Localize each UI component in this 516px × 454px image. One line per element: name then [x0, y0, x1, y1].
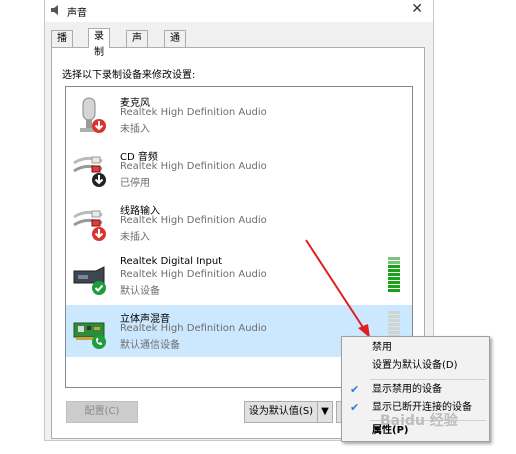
device-status: 默认通信设备 [120, 340, 180, 351]
set-default-dropdown[interactable]: ▼ [317, 401, 333, 423]
menu-item-disable[interactable]: 禁用 [342, 339, 489, 357]
instruction-text: 选择以下录制设备来修改设置: [62, 70, 196, 81]
device-status: 已停用 [120, 178, 150, 189]
menu-item-label: 设置为默认设备(D) [372, 360, 458, 371]
sound-card-icon [73, 322, 106, 349]
title-bar[interactable]: 声音 ✕ [45, 0, 433, 22]
menu-item-set-default[interactable]: 设置为默认设备(D) [342, 357, 489, 375]
device-item-microphone[interactable]: 麦克风 Realtek High Definition Audio 未插入 [66, 89, 412, 141]
audio-cable-icon [73, 156, 106, 187]
device-name: Realtek Digital Input [120, 256, 223, 267]
menu-separator [370, 379, 486, 380]
speaker-icon [51, 5, 58, 15]
annotation-arrow [305, 239, 370, 338]
device-driver: Realtek High Definition Audio [120, 161, 267, 172]
configure-button[interactable]: 配置(C) [66, 401, 138, 423]
tab-playback[interactable]: 播放 [51, 30, 73, 60]
device-driver: Realtek High Definition Audio [120, 323, 267, 334]
set-default-button[interactable]: 设为默认值(S) [244, 401, 318, 423]
device-item-cd-audio[interactable]: CD 音频 Realtek High Definition Audio 已停用 [66, 143, 412, 195]
digital-input-icon [73, 266, 106, 295]
device-status: 默认设备 [120, 286, 160, 297]
device-status: 未插入 [120, 124, 150, 135]
device-driver: Realtek High Definition Audio [120, 215, 267, 226]
checkmark-icon: ✔ [350, 383, 360, 396]
window-title: 声音 [67, 8, 87, 19]
checkmark-icon: ✔ [350, 401, 360, 414]
microphone-icon [80, 97, 106, 133]
level-meter [388, 257, 400, 293]
watermark: Baidu 经验 [380, 413, 458, 429]
menu-item-label: 禁用 [372, 342, 392, 353]
device-driver: Realtek High Definition Audio [120, 269, 267, 280]
green-phone-badge [92, 335, 106, 349]
tab-recording[interactable]: 录制 [88, 28, 110, 58]
close-button[interactable]: ✕ [411, 1, 423, 17]
audio-cable-icon [73, 210, 106, 241]
menu-item-label: 显示禁用的设备 [372, 384, 442, 395]
device-driver: Realtek High Definition Audio [120, 107, 267, 118]
device-status: 未插入 [120, 232, 150, 243]
menu-item-show-disabled[interactable]: ✔ 显示禁用的设备 [342, 381, 489, 399]
tab-communications[interactable]: 通信 [164, 30, 186, 60]
tab-sounds[interactable]: 声音 [126, 30, 148, 60]
